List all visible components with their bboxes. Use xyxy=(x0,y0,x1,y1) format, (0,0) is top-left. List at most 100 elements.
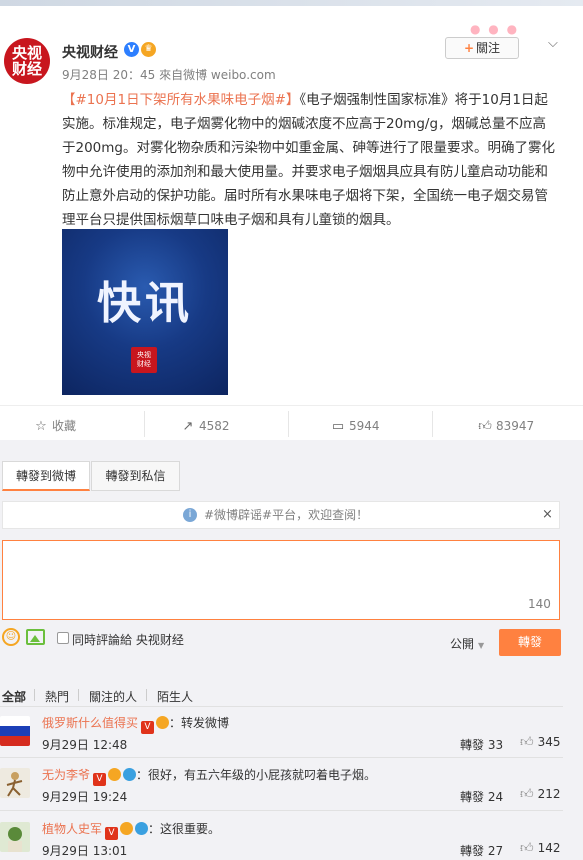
repost-count: 4582 xyxy=(199,419,230,433)
post-timestamp[interactable]: 9月28日 20：45 xyxy=(62,68,155,82)
runner-avatar-icon xyxy=(6,772,23,797)
comment-icon: ▭ xyxy=(331,419,345,434)
divider xyxy=(0,706,563,707)
comment-button[interactable]: ▭ 5944 xyxy=(331,417,380,435)
topic-link[interactable]: 【#10月1日下架所有水果味电子烟#】 xyxy=(62,92,299,108)
repost-submit-button[interactable]: 轉發 xyxy=(499,629,561,656)
repost-user[interactable]: 无为李爷 xyxy=(42,768,90,782)
repost-user[interactable]: 植物人史军 xyxy=(42,822,102,836)
repost-repost-link[interactable]: 轉發 24 xyxy=(460,788,503,805)
char-counter: 140 xyxy=(528,597,551,611)
repost-line: 植物人史军 V ：这很重要。 xyxy=(42,820,220,840)
scrollbar[interactable] xyxy=(575,440,583,860)
post-image-headline: 快讯 xyxy=(97,278,193,329)
info-icon: i xyxy=(183,508,197,522)
repost-like-count: 212 xyxy=(537,787,561,801)
tab-repost-to-private[interactable]: 轉發到私信 xyxy=(91,461,180,491)
also-comment-checkbox[interactable] xyxy=(57,632,69,644)
filter-hot[interactable]: 熱門 xyxy=(45,688,69,705)
repost-line: 俄罗斯什么值得买 V ：转发微博 xyxy=(42,714,229,734)
author-avatar[interactable]: 央视 财经 xyxy=(4,38,50,84)
filter-all[interactable]: 全部 xyxy=(2,688,26,705)
visibility-label: 公開 xyxy=(450,637,475,651)
post-source: 來自微博 weibo.com xyxy=(159,68,276,82)
plant-avatar-icon xyxy=(8,827,22,852)
favorite-button[interactable]: ☆ 收藏 xyxy=(34,417,76,435)
follow-button[interactable]: + 關注 xyxy=(445,37,519,59)
repost-repost-link[interactable]: 轉發 27 xyxy=(460,842,503,859)
thumbs-up-icon: 👍︎ xyxy=(478,419,492,434)
filter-separator xyxy=(78,689,79,701)
repost-like-button[interactable]: 👍︎ 212 xyxy=(520,787,561,802)
thumbs-up-icon: 👍︎ xyxy=(520,735,534,750)
tab-repost-to-weibo[interactable]: 轉發到微博 xyxy=(2,461,90,491)
repost-icon: ↗ xyxy=(182,419,194,434)
russia-flag-icon xyxy=(0,716,30,746)
level-icon xyxy=(135,822,149,835)
follow-label: 關注 xyxy=(476,41,501,55)
repost-text: ：很好，有五六年级的小屁孩就叼着电子烟。 xyxy=(136,768,377,782)
member-icon xyxy=(108,768,122,781)
thumbs-up-icon: 👍︎ xyxy=(520,841,534,856)
repost-like-count: 345 xyxy=(537,735,561,749)
repost-repost-link[interactable]: 轉發 33 xyxy=(460,736,503,753)
thumbs-up-icon: 👍︎ xyxy=(520,787,534,802)
verified-icon: V xyxy=(124,42,139,57)
author-name[interactable]: 央视财经 xyxy=(62,42,118,62)
repost-like-button[interactable]: 👍︎ 142 xyxy=(520,841,561,856)
repost-date[interactable]: 9月29日 12:48 xyxy=(42,736,127,753)
action-separator xyxy=(288,411,289,437)
also-comment-label: 同時評論給 央视财经 xyxy=(72,633,184,647)
rumor-notice: i #微博辟谣#平台，欢迎查阅！ × xyxy=(2,501,560,529)
filter-separator xyxy=(146,689,147,701)
image-icon[interactable] xyxy=(26,629,45,645)
filter-strangers[interactable]: 陌生人 xyxy=(157,688,193,705)
divider xyxy=(0,405,583,406)
post-image[interactable]: 快讯 央视 财经 xyxy=(62,229,228,395)
vip-icon: V xyxy=(93,773,107,786)
filter-following[interactable]: 關注的人 xyxy=(89,688,137,705)
caret-down-icon: ▼ xyxy=(478,641,485,650)
vip-icon: V xyxy=(141,721,155,734)
logo-text-bottom: 财经 xyxy=(137,360,151,368)
notice-text[interactable]: #微博辟谣#平台，欢迎查阅！ xyxy=(204,502,368,528)
emoji-icon[interactable]: ☺ xyxy=(2,628,20,646)
repost-textarea[interactable] xyxy=(2,540,560,620)
post-body: 【#10月1日下架所有水果味电子烟#】《电子烟强制性国家标准》将于10月1日起实… xyxy=(62,88,556,232)
repost-line: 无为李爷 V ：很好，有五六年级的小屁孩就叼着电子烟。 xyxy=(42,766,376,786)
member-icon xyxy=(120,822,134,835)
post-meta: 9月28日 20：45 來自微博 weibo.com xyxy=(62,66,276,83)
repost-date[interactable]: 9月29日 13:01 xyxy=(42,842,127,859)
repost-date[interactable]: 9月29日 19:24 xyxy=(42,788,127,805)
repost-avatar[interactable] xyxy=(0,822,30,852)
repost-user[interactable]: 俄罗斯什么值得买 xyxy=(42,716,138,730)
favorite-label: 收藏 xyxy=(52,419,77,433)
plus-icon: + xyxy=(463,41,475,55)
vip-icon: V xyxy=(105,827,119,840)
star-icon: ☆ xyxy=(35,419,47,434)
repost-avatar[interactable] xyxy=(0,716,30,746)
avatar-text-top: 央视 xyxy=(11,44,42,62)
divider xyxy=(0,810,563,811)
repost-action-button[interactable]: ↗ 4582 xyxy=(181,417,230,435)
repost-like-button[interactable]: 👍︎ 345 xyxy=(520,735,561,750)
level-icon xyxy=(123,768,137,781)
repost-text: ：转发微博 xyxy=(169,716,230,730)
close-icon[interactable]: × xyxy=(542,502,553,528)
member-icon xyxy=(156,716,170,729)
visibility-select[interactable]: 公開 ▼ xyxy=(450,635,484,652)
repost-avatar[interactable] xyxy=(0,768,30,798)
divider xyxy=(0,757,563,758)
chevron-down-icon[interactable]: ⌵ xyxy=(548,36,558,51)
like-count: 83947 xyxy=(496,419,535,433)
action-separator xyxy=(144,411,145,437)
logo-text-top: 央视 xyxy=(137,351,151,359)
like-button[interactable]: 👍︎ 83947 xyxy=(478,417,534,435)
post-body-text: 《电子烟强制性国家标准》将于10月1日起实施。标准规定，电子烟雾化物中的烟碱浓度… xyxy=(62,92,555,228)
action-separator xyxy=(432,411,433,437)
decoration-balloons-icon: ● ● ● xyxy=(470,22,520,36)
repost-text: ：这很重要。 xyxy=(148,822,221,836)
comment-count: 5944 xyxy=(349,419,380,433)
avatar-text-bottom: 财经 xyxy=(11,60,42,78)
cctv-finance-logo: 央视 财经 xyxy=(131,347,157,373)
